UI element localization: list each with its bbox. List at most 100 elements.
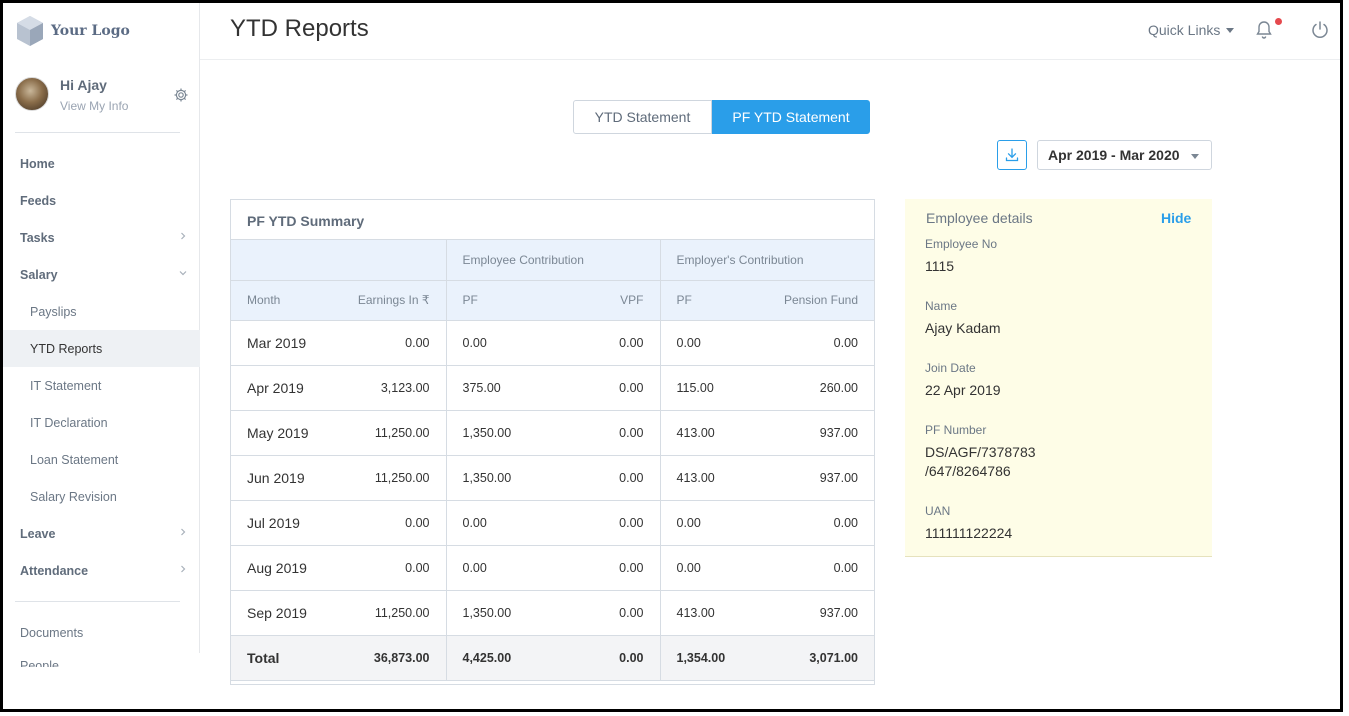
pf-number-value-line1: DS/AGF/7378783 bbox=[925, 444, 1036, 460]
gear-icon[interactable] bbox=[173, 87, 189, 103]
sidebar-item-ytd-reports[interactable]: YTD Reports bbox=[3, 330, 200, 367]
logo[interactable]: Your Logo bbox=[15, 13, 130, 49]
table-row: Aug 2019 0.00 0.00 0.00 0.00 0.00 bbox=[231, 545, 874, 591]
group-header-blank bbox=[231, 240, 446, 281]
pension-fund-cell: 0.00 bbox=[833, 515, 858, 530]
table-row: Sep 2019 11,250.00 1,350.00 0.00 413.00 937.0… bbox=[231, 590, 874, 636]
period-select[interactable]: Apr 2019 - Mar 2020 bbox=[1037, 140, 1212, 170]
employer-pf-cell: 413.00 bbox=[676, 605, 715, 620]
tab-ytd-statement[interactable]: YTD Statement bbox=[573, 100, 712, 134]
employee-pf-cell: 0.00 bbox=[462, 515, 487, 530]
tab-pf-ytd-statement[interactable]: PF YTD Statement bbox=[712, 100, 870, 134]
month-cell: Jul 2019 bbox=[247, 514, 300, 531]
sidebar-item-label: Feeds bbox=[20, 193, 57, 208]
vpf-cell: 0.00 bbox=[619, 470, 644, 485]
employee-pf-cell: 375.00 bbox=[462, 380, 501, 395]
table-cell-pair: Sep 2019 11,250.00 bbox=[231, 590, 446, 636]
employee-details-panel: Employee details Hide Employee No 1115 N… bbox=[905, 199, 1212, 557]
column-header-employer-pf: PF bbox=[676, 293, 692, 307]
earnings-cell: 11,250.00 bbox=[374, 425, 430, 440]
table-cell-pair: May 2019 11,250.00 bbox=[231, 410, 446, 456]
name-label: Name bbox=[925, 299, 958, 313]
sidebar-item-leave[interactable]: Leave bbox=[3, 515, 200, 552]
table-cell-pair: 1,354.00 3,071.00 bbox=[659, 635, 874, 681]
table-cell-pair: Mar 2019 0.00 bbox=[231, 320, 446, 366]
employee-pf-cell: 1,350.00 bbox=[462, 470, 512, 485]
table-cell-pair: 0.00 0.00 bbox=[445, 500, 660, 546]
column-header-vpf: VPF bbox=[620, 293, 644, 307]
sidebar-item-label: Loan Statement bbox=[30, 452, 119, 467]
employee-pf-cell: 4,425.00 bbox=[462, 650, 512, 665]
sidebar-item-home[interactable]: Home bbox=[3, 145, 200, 182]
view-my-info-link[interactable]: View My Info bbox=[60, 99, 128, 113]
sidebar-item-loan-statement[interactable]: Loan Statement bbox=[3, 441, 200, 478]
table-cell-pair: 0.00 0.00 bbox=[659, 545, 874, 591]
sidebar-item-salary-revision[interactable]: Salary Revision bbox=[3, 478, 200, 515]
sidebar-item-label: Home bbox=[20, 156, 55, 171]
uan-label: UAN bbox=[925, 504, 951, 518]
vpf-cell: 0.00 bbox=[619, 335, 644, 350]
sidebar-item-label: Leave bbox=[20, 526, 56, 541]
sidebar-item-payslips[interactable]: Payslips bbox=[3, 293, 200, 330]
sidebar-item-feeds[interactable]: Feeds bbox=[3, 182, 200, 219]
sidebar-item-it-declaration[interactable]: IT Declaration bbox=[3, 404, 200, 441]
employer-pf-cell: 1,354.00 bbox=[676, 650, 726, 665]
employer-pf-cell: 413.00 bbox=[676, 425, 715, 440]
group-header-employer: Employer's Contribution bbox=[659, 240, 874, 281]
group-header-employee: Employee Contribution bbox=[445, 240, 660, 281]
table-cell-pair: 0.00 0.00 bbox=[445, 545, 660, 591]
sidebar-item-salary[interactable]: Salary bbox=[3, 256, 200, 293]
uan-value: 111111122224 bbox=[925, 525, 1013, 541]
table-row: May 2019 11,250.00 1,350.00 0.00 413.00 937.0… bbox=[231, 410, 874, 456]
sidebar-item-label: Tasks bbox=[20, 230, 55, 245]
top-header: YTD Reports Quick Links bbox=[200, 3, 1340, 60]
table-group-header: Employee Contribution Employer's Contrib… bbox=[231, 240, 874, 281]
earnings-cell: 0.00 bbox=[405, 335, 430, 350]
hide-details-link[interactable]: Hide bbox=[1161, 210, 1191, 226]
employee-pf-cell: 1,350.00 bbox=[462, 605, 512, 620]
employer-pf-cell: 0.00 bbox=[676, 560, 701, 575]
pension-fund-cell: 0.00 bbox=[833, 335, 858, 350]
chevron-down-icon bbox=[179, 271, 187, 276]
sidebar-item-tasks[interactable]: Tasks bbox=[3, 219, 200, 256]
vpf-cell: 0.00 bbox=[619, 380, 644, 395]
bell-icon[interactable] bbox=[1254, 19, 1274, 41]
table-cell-pair: 0.00 0.00 bbox=[659, 500, 874, 546]
vpf-cell: 0.00 bbox=[619, 560, 644, 575]
sidebar-item-people[interactable]: People bbox=[3, 651, 200, 667]
sidebar-item-documents[interactable]: Documents bbox=[3, 614, 200, 651]
power-icon[interactable] bbox=[1310, 20, 1330, 40]
quick-links-menu[interactable]: Quick Links bbox=[1148, 22, 1235, 38]
sidebar-divider bbox=[15, 132, 180, 133]
pf-summary-table: Employee Contribution Employer's Contrib… bbox=[231, 240, 874, 681]
avatar[interactable] bbox=[15, 77, 49, 111]
download-icon bbox=[1005, 148, 1019, 162]
sidebar-item-it-statement[interactable]: IT Statement bbox=[3, 367, 200, 404]
chevron-right-icon bbox=[181, 565, 186, 573]
table-cell-pair: Aug 2019 0.00 bbox=[231, 545, 446, 591]
table-row: Mar 2019 0.00 0.00 0.00 0.00 0.00 bbox=[231, 320, 874, 366]
table-row: Jul 2019 0.00 0.00 0.00 0.00 0.00 bbox=[231, 500, 874, 546]
pf-ytd-summary-card: PF YTD Summary Employee Contribution Emp… bbox=[230, 199, 875, 685]
join-date-value: 22 Apr 2019 bbox=[925, 382, 1001, 398]
employer-pf-cell: 413.00 bbox=[676, 470, 715, 485]
app-window: Your Logo Hi Ajay View My Info Home Feed… bbox=[0, 0, 1343, 712]
pf-number-value-line2: /647/8264786 bbox=[925, 463, 1011, 479]
sidebar-item-attendance[interactable]: Attendance bbox=[3, 552, 200, 589]
table-row: Apr 2019 3,123.00 375.00 0.00 115.00 260.00 bbox=[231, 365, 874, 411]
sidebar: Your Logo Hi Ajay View My Info Home Feed… bbox=[3, 3, 200, 667]
table-body: Mar 2019 0.00 0.00 0.00 0.00 0.00 Apr 2019 3,12… bbox=[231, 320, 874, 681]
table-cell-pair: 375.00 0.00 bbox=[445, 365, 660, 411]
report-tabs: YTD Statement PF YTD Statement bbox=[573, 100, 870, 134]
column-header-pair: PF VPF bbox=[445, 280, 660, 321]
sidebar-item-label: IT Statement bbox=[30, 378, 102, 393]
table-cell-pair: 413.00 937.00 bbox=[659, 410, 874, 456]
table-cell-pair: 1,350.00 0.00 bbox=[445, 590, 660, 636]
sidebar-item-label: IT Declaration bbox=[30, 415, 108, 430]
earnings-cell: 0.00 bbox=[405, 515, 430, 530]
column-header-pair: Month Earnings In ₹ bbox=[231, 280, 446, 321]
pension-fund-cell: 937.00 bbox=[819, 470, 858, 485]
caret-down-icon bbox=[1226, 27, 1235, 33]
table-cell-pair: 413.00 937.00 bbox=[659, 590, 874, 636]
download-button[interactable] bbox=[997, 140, 1027, 170]
